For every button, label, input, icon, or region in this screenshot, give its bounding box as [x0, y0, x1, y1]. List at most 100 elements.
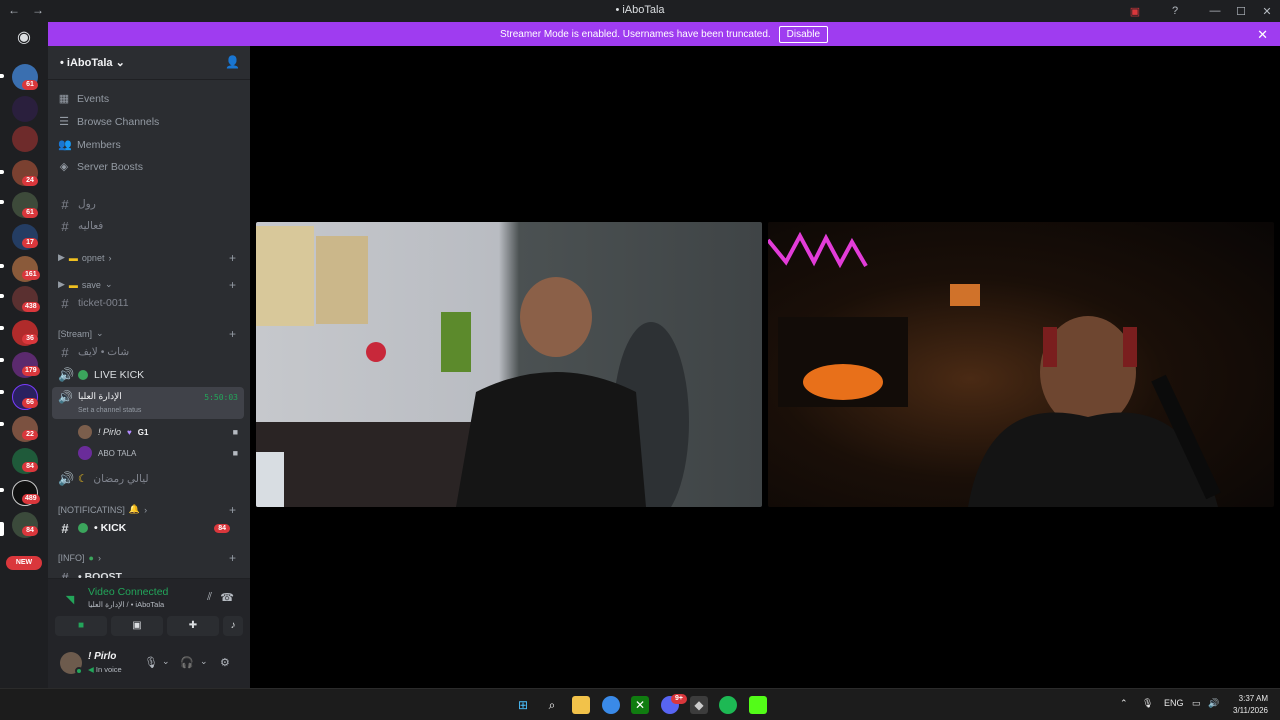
channel-status[interactable]: Set a channel status [78, 407, 141, 414]
volume-icon[interactable]: 🔊 [1208, 698, 1219, 709]
add-channel-icon[interactable]: + [229, 503, 236, 517]
category-stream[interactable]: [Stream] ⌄ + [58, 327, 240, 341]
voice-user[interactable]: ! Pirlo ♥ G1 ■ [78, 425, 238, 439]
file-explorer-icon[interactable] [572, 696, 590, 714]
channel-chat-live[interactable]: # شات • لايف [58, 342, 240, 362]
add-channel-icon[interactable]: + [229, 251, 236, 265]
server-icon[interactable] [12, 96, 38, 122]
add-channel-icon[interactable]: + [229, 327, 236, 341]
server-badge: 22 [22, 430, 38, 440]
microphone-icon[interactable]: 🎙 [1142, 698, 1153, 709]
add-channel-icon[interactable]: + [229, 278, 236, 292]
folder-icon: ▬ [68, 252, 78, 263]
chevron-down-icon[interactable]: ⌄ [200, 656, 208, 667]
category-save[interactable]: ▶ ▬ save ⌄ + [58, 278, 240, 292]
start-icon[interactable]: ⊞ [514, 696, 532, 714]
category-name: [Stream] [58, 328, 93, 339]
chevron-down-icon[interactable]: ⌄ [162, 656, 170, 667]
add-user-icon[interactable]: 👤 [225, 55, 240, 69]
channel-admin-voice[interactable]: 🔊 الإدارة العليا Set a channel status 5:… [52, 387, 244, 419]
menu-label: Events [77, 92, 110, 105]
category-notifications[interactable]: [NOTIFICATINS] 🔔 › + [58, 503, 240, 517]
voice-status-title[interactable]: Video Connected [88, 586, 168, 598]
avatar[interactable] [60, 652, 83, 675]
voice-user-name: ! Pirlo [98, 427, 122, 437]
xbox-icon[interactable]: ✕ [631, 696, 649, 714]
menu-browse-channels[interactable]: ☰ Browse Channels [58, 115, 160, 129]
username[interactable]: ! Pirlo [88, 651, 116, 662]
activities-button[interactable]: ✚ [167, 616, 219, 636]
disconnect-icon[interactable]: ☎ [220, 591, 234, 604]
help-icon[interactable]: ? [1162, 5, 1188, 17]
unread-pip [0, 170, 4, 174]
channel-live-kick[interactable]: 🔊 LIVE KICK [58, 365, 240, 385]
server-badge: 84 [22, 526, 38, 536]
category-info[interactable]: [INFO] ● › + [58, 551, 240, 565]
session-timer: 5:50:03 [204, 393, 238, 402]
close-window-icon[interactable]: ✕ [1254, 5, 1280, 18]
obs-icon[interactable]: ◆ [690, 696, 708, 714]
channel-kick[interactable]: # • KICK 84 [58, 518, 240, 538]
folder-icon: ▬ [68, 279, 78, 290]
unread-pip [0, 358, 4, 362]
channel-layali[interactable]: 🔊 ☾ ليالي رمضان [58, 469, 240, 489]
unread-pip [0, 74, 4, 78]
menu-label: Browse Channels [77, 115, 160, 128]
settings-gear-icon[interactable]: ⚙ [220, 656, 230, 669]
collapse-icon: ▶ [58, 279, 65, 289]
menu-events[interactable]: ▦ Events [58, 92, 110, 106]
boost-icon: ◈ [59, 161, 69, 173]
chevron-icon: › [144, 504, 148, 515]
language-indicator[interactable]: ENG [1164, 698, 1184, 708]
video-tile[interactable] [768, 222, 1274, 507]
headset-shape [1123, 327, 1137, 367]
category-opnet[interactable]: ▶ ▬ opnet › + [58, 251, 240, 265]
hash-icon: # [61, 520, 69, 536]
speaker-icon: ◀ [88, 665, 94, 674]
server-icon[interactable] [12, 126, 38, 152]
chevron-up-icon[interactable]: ⌃ [1120, 698, 1128, 709]
soundboard-button[interactable]: ♪ [223, 616, 243, 636]
screen-share-icon[interactable]: ▣ [1122, 5, 1148, 18]
unread-pip [0, 294, 4, 298]
channel-name: ticket-0011 [78, 297, 129, 309]
screen-share-button[interactable]: ▣ [111, 616, 163, 636]
channel-faaliya[interactable]: # فعاليه [58, 216, 240, 236]
speaker-icon: 🔊 [58, 367, 75, 382]
headphones-icon[interactable]: 🎧 [180, 656, 194, 669]
network-icon[interactable]: ▭ [1192, 698, 1201, 709]
menu-members[interactable]: 👥 Members [58, 138, 121, 152]
shirt-shape [456, 372, 646, 507]
clock[interactable]: 3:37 AM 3/11/2026 [1233, 693, 1268, 717]
chevron-icon: › [97, 553, 101, 563]
unread-pip [0, 422, 4, 426]
spotify-icon[interactable] [719, 696, 737, 714]
disable-button[interactable]: Disable [778, 25, 829, 43]
add-channel-icon[interactable]: + [229, 551, 236, 565]
voice-status-subtitle[interactable]: الإدارة العليا / • iAboTala [88, 600, 164, 609]
channel-ticket[interactable]: # ticket-0011 [58, 293, 240, 313]
minimize-icon[interactable]: — [1202, 5, 1228, 17]
video-tile[interactable] [256, 222, 762, 507]
camera-button[interactable]: ■ [55, 616, 107, 636]
channel-rol[interactable]: # رول [58, 194, 240, 214]
discord-home-icon[interactable]: ◉ [8, 26, 40, 50]
signal-icon[interactable]: ◥ [62, 593, 78, 609]
chrome-icon[interactable] [602, 696, 620, 714]
unread-pip [0, 326, 4, 330]
new-badge: NEW [6, 556, 42, 570]
mention-badge: 84 [214, 523, 230, 533]
noise-suppression-icon[interactable]: ⫽ [207, 591, 212, 604]
calendar-icon: ▦ [58, 93, 70, 105]
maximize-icon[interactable]: ☐ [1228, 5, 1254, 18]
menu-server-boosts[interactable]: ◈ Server Boosts [58, 160, 143, 174]
server-header[interactable]: • iAboTala ⌄ 👤 [48, 46, 250, 80]
search-icon[interactable]: ⌕ [543, 696, 561, 714]
category-name: [NOTIFICATINS] [58, 504, 125, 515]
close-icon[interactable]: ✕ [1257, 27, 1268, 43]
voice-user[interactable]: ABO TALA ■ [78, 446, 238, 460]
kick-icon[interactable] [749, 696, 767, 714]
server-name[interactable]: • iAboTala ⌄ [60, 56, 125, 69]
list-icon: ☰ [59, 116, 69, 128]
microphone-icon[interactable]: 🎙 [144, 656, 158, 669]
